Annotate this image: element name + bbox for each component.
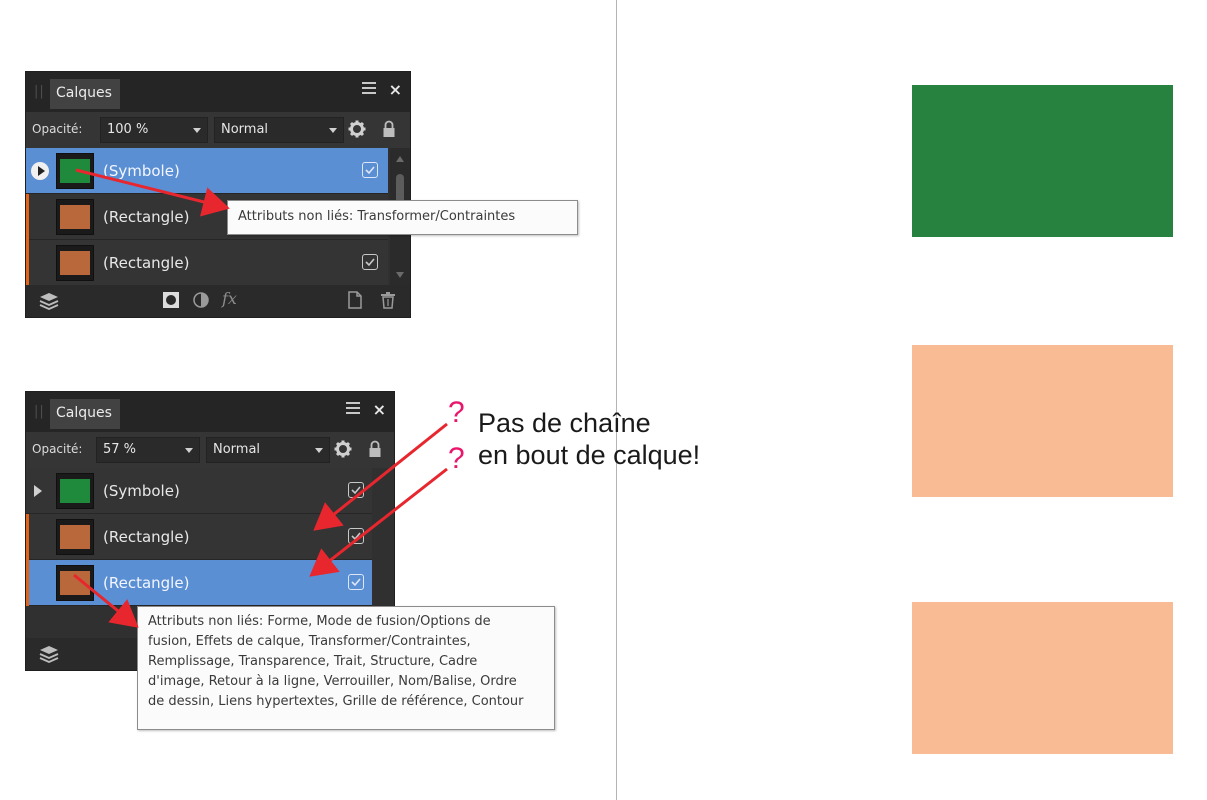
tab-calques[interactable]: Calques: [50, 399, 120, 429]
blend-mode-value: Normal: [221, 122, 269, 137]
layer-thumbnail: [56, 199, 94, 235]
tooltip-unlinked-attributes-long: Attributs non liés: Forme, Mode de fusio…: [137, 606, 555, 730]
tab-calques[interactable]: Calques: [50, 79, 120, 109]
panel-header: || Calques ×: [26, 72, 410, 112]
tooltip-text: Attributs non liés: Transformer/Contrain…: [238, 209, 516, 224]
layer-thumbnail: [56, 565, 94, 601]
close-icon[interactable]: ×: [373, 400, 386, 419]
layer-row-rectangle-selected[interactable]: (Rectangle): [26, 560, 372, 606]
thumbnail-fill: [60, 525, 90, 549]
tooltip-line: fusion, Effets de calque, Transformer/Co…: [148, 634, 471, 649]
drag-grip-icon[interactable]: ||: [34, 404, 45, 419]
lock-icon[interactable]: [382, 120, 396, 138]
gear-icon[interactable]: [334, 440, 352, 458]
mask-icon[interactable]: [162, 291, 180, 309]
layer-thumbnail: [56, 245, 94, 281]
panel-header: || Calques ×: [26, 392, 394, 432]
blend-mode-value: Normal: [213, 442, 261, 457]
chevron-down-icon: [185, 448, 193, 453]
new-layer-icon[interactable]: [347, 291, 363, 309]
scroll-down-icon[interactable]: [396, 272, 404, 278]
layer-row-symbole[interactable]: (Symbole): [26, 468, 372, 514]
layer-thumbnail: [56, 473, 94, 509]
tooltip-line: de dessin, Liens hypertextes, Grille de …: [148, 694, 524, 709]
opacity-value: 100 %: [107, 122, 149, 137]
thumbnail-fill: [60, 251, 90, 275]
visibility-checkbox[interactable]: [348, 528, 364, 544]
thumbnail-fill: [60, 205, 90, 229]
question-mark-icon: ?: [448, 442, 465, 475]
opacity-label: Opacité:: [32, 122, 83, 136]
blend-mode-dropdown[interactable]: Normal: [214, 117, 344, 143]
visibility-checkbox[interactable]: [348, 482, 364, 498]
fx-icon[interactable]: fx: [222, 289, 237, 308]
close-icon[interactable]: ×: [389, 80, 402, 99]
tooltip-line: Attributs non liés: Forme, Mode de fusio…: [148, 614, 491, 629]
canvas-shape-peach[interactable]: [912, 602, 1173, 754]
drag-grip-icon[interactable]: ||: [34, 84, 45, 99]
row-color-marker: [26, 560, 29, 606]
visibility-checkbox[interactable]: [362, 162, 378, 178]
blend-mode-dropdown[interactable]: Normal: [206, 437, 330, 463]
row-color-marker: [26, 240, 29, 286]
canvas-shape-peach[interactable]: [912, 345, 1173, 497]
panel-toolbar: Opacité: 100 % Normal: [26, 112, 410, 148]
layer-label: (Rectangle): [103, 254, 190, 272]
row-color-marker: [26, 194, 29, 240]
lock-icon[interactable]: [368, 440, 382, 458]
expand-arrow-icon[interactable]: [34, 485, 42, 497]
chevron-down-icon: [329, 128, 337, 133]
layer-row-rectangle[interactable]: (Rectangle): [26, 240, 388, 286]
layer-thumbnail: [56, 153, 94, 189]
question-mark-icon: ?: [448, 396, 465, 429]
layer-row-rectangle[interactable]: (Rectangle): [26, 514, 372, 560]
row-color-marker: [26, 514, 29, 560]
panel-footer: fx: [26, 285, 410, 317]
tab-label: Calques: [56, 405, 112, 421]
panel-menu-icon[interactable]: [346, 402, 360, 414]
visibility-checkbox[interactable]: [362, 254, 378, 270]
chevron-down-icon: [193, 128, 201, 133]
canvas-shape-green[interactable]: [912, 85, 1173, 237]
panel-toolbar: Opacité: 57 % Normal: [26, 432, 394, 468]
layer-label: (Symbole): [103, 482, 180, 500]
opacity-value: 57 %: [103, 442, 137, 457]
thumbnail-fill: [60, 159, 90, 183]
layer-row-symbole[interactable]: (Symbole): [26, 148, 388, 194]
scroll-up-icon[interactable]: [396, 156, 404, 162]
tooltip-unlinked-attributes: Attributs non liés: Transformer/Contrain…: [227, 200, 578, 235]
opacity-dropdown[interactable]: 57 %: [96, 437, 200, 463]
opacity-label: Opacité:: [32, 442, 83, 456]
annotation-line-2: en bout de calque!: [478, 440, 701, 470]
layer-label: (Rectangle): [103, 574, 190, 592]
layer-thumbnail: [56, 519, 94, 555]
visibility-checkbox[interactable]: [348, 574, 364, 590]
tooltip-line: d'image, Retour à la ligne, Verrouiller,…: [148, 674, 517, 689]
layer-label: (Rectangle): [103, 208, 190, 226]
tooltip-line: Remplissage, Transparence, Trait, Struct…: [148, 654, 478, 669]
page-divider: [616, 0, 617, 800]
layers-stack-icon[interactable]: [38, 644, 60, 664]
layers-stack-icon[interactable]: [38, 291, 60, 311]
chevron-down-icon: [315, 448, 323, 453]
panel-menu-icon[interactable]: [362, 82, 376, 94]
layer-label: (Symbole): [103, 162, 180, 180]
thumbnail-fill: [60, 479, 90, 503]
adjustment-icon[interactable]: [192, 291, 210, 309]
trash-icon[interactable]: [380, 291, 396, 309]
annotation-line-1: Pas de chaîne: [478, 408, 651, 438]
layers-panel-1: || Calques × Opacité: 100 % Normal (Symb…: [25, 71, 411, 318]
layer-label: (Rectangle): [103, 528, 190, 546]
expand-arrow-icon[interactable]: [31, 162, 49, 180]
thumbnail-fill: [60, 571, 90, 595]
tab-label: Calques: [56, 85, 112, 101]
opacity-dropdown[interactable]: 100 %: [100, 117, 208, 143]
gear-icon[interactable]: [348, 120, 366, 138]
